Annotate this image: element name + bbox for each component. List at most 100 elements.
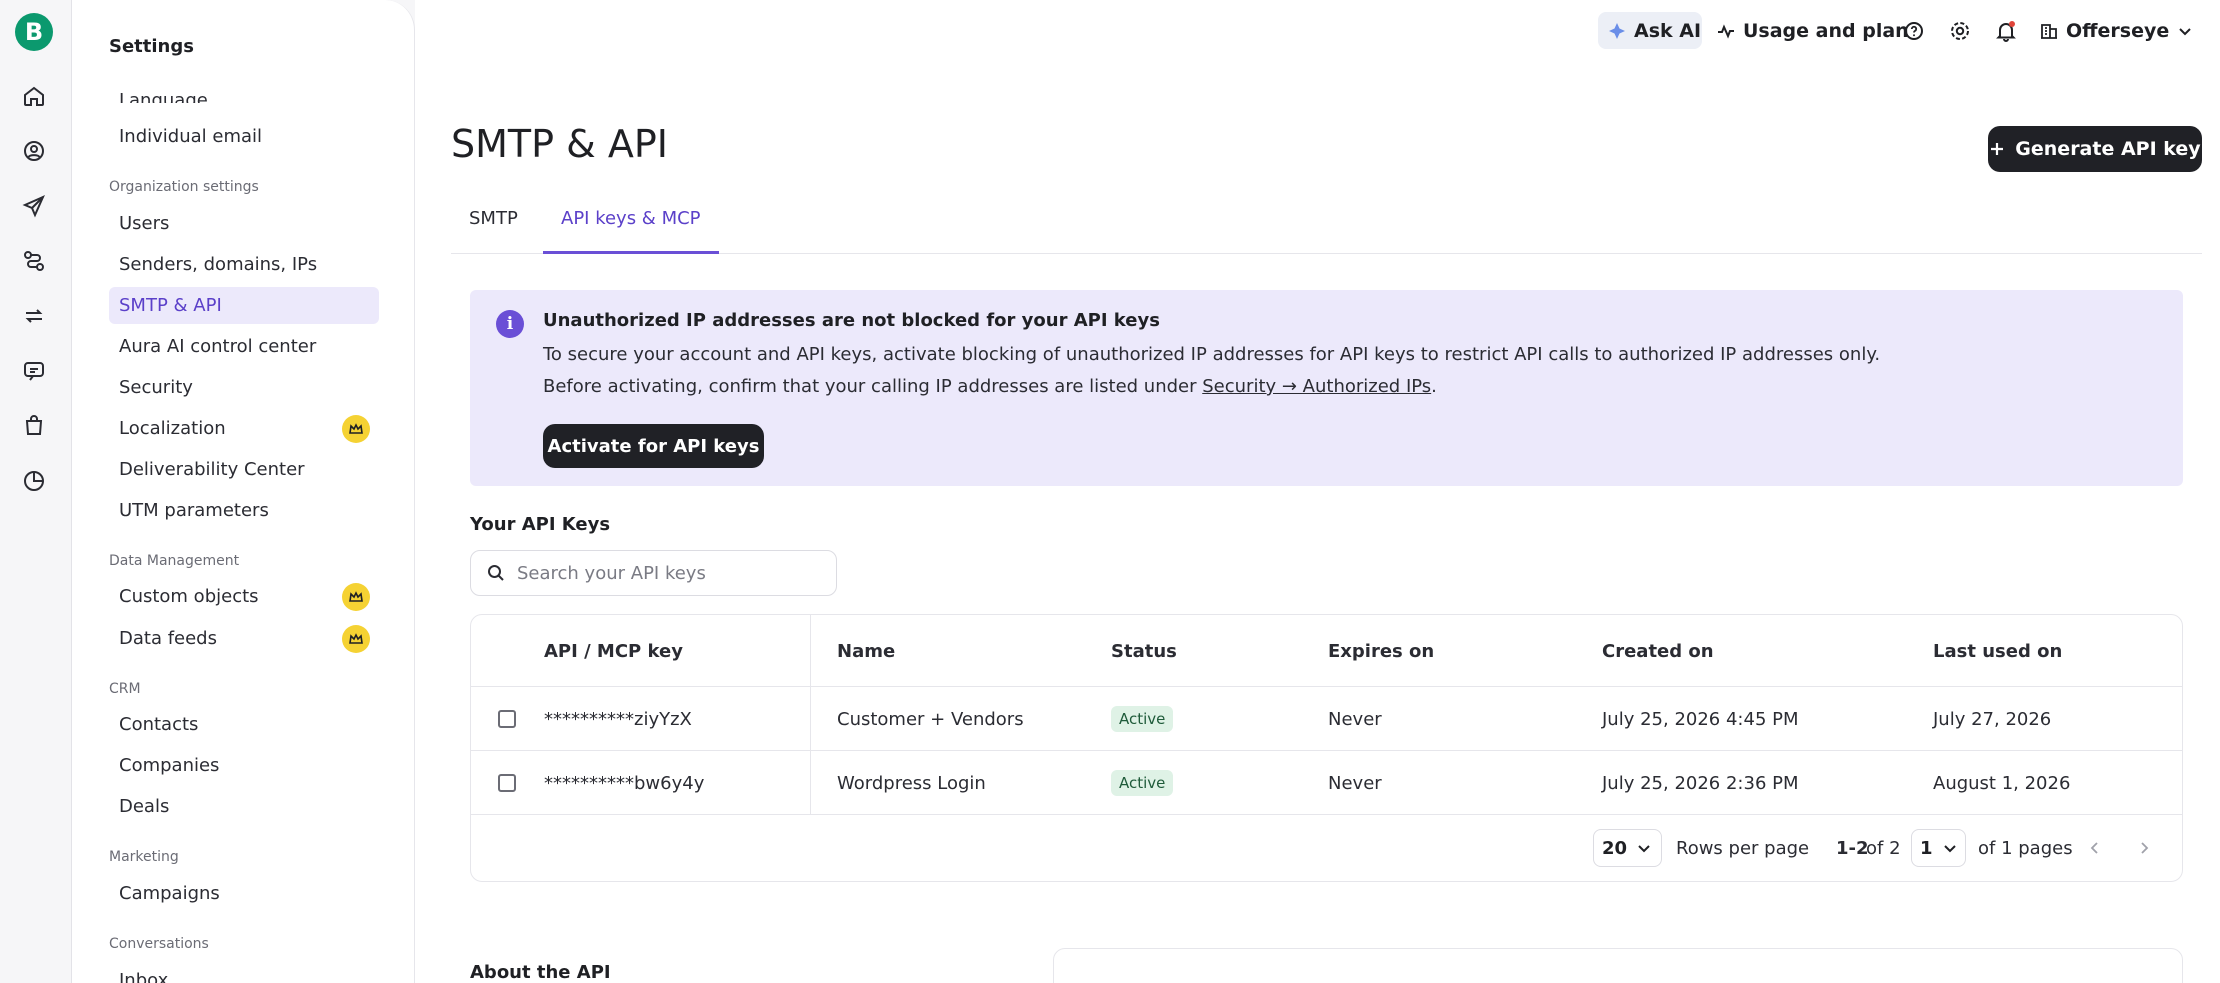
section-conversations: Conversations — [109, 936, 209, 952]
expires-cell: Never — [1328, 708, 1382, 730]
search-box — [470, 550, 837, 596]
rows-per-page-label: Rows per page — [1676, 837, 1810, 859]
section-title: Your API Keys — [470, 514, 611, 535]
about-api-card — [1053, 948, 2183, 983]
account-name: Offerseye — [2066, 19, 2170, 42]
rows-per-page-select[interactable]: 20 — [1593, 829, 1662, 867]
plus-icon — [1991, 143, 2004, 155]
ecommerce-icon[interactable] — [20, 412, 48, 440]
sidebar-item-campaigns[interactable]: Campaigns — [109, 875, 379, 912]
sidebar-item-label: Localization — [119, 418, 226, 439]
sidebar-item-deliverability[interactable]: Deliverability Center — [109, 451, 379, 488]
status-cell: Active — [1111, 751, 1174, 815]
info-icon: i — [496, 310, 524, 338]
ask-ai-button[interactable]: Ask AI — [1598, 12, 1702, 49]
status-cell: Active — [1111, 687, 1174, 751]
sidebar-item-inbox[interactable]: Inbox — [109, 962, 379, 983]
activate-for-api-keys-button[interactable]: Activate for API keys — [543, 424, 764, 468]
usage-and-plan-button[interactable]: Usage and plan — [1717, 12, 1909, 49]
status-badge: Active — [1111, 706, 1174, 732]
column-header[interactable]: API / MCP key — [544, 615, 683, 687]
chevron-right-icon[interactable] — [2137, 829, 2151, 867]
notifications-icon[interactable] — [1995, 12, 2017, 49]
building-icon — [2041, 23, 2057, 39]
api-key-name: Customer + Vendors — [837, 708, 1024, 730]
home-icon[interactable] — [20, 82, 48, 110]
search-input[interactable] — [517, 562, 817, 584]
tab-api-keys-mcp[interactable]: API keys & MCP — [543, 208, 719, 254]
sidebar-item-users[interactable]: Users — [109, 205, 379, 242]
sidebar-item-label: Custom objects — [119, 586, 259, 607]
sidebar-item-smtp-api[interactable]: SMTP & API — [109, 287, 379, 324]
column-header[interactable]: Last used on — [1933, 615, 2062, 687]
table-row: **********bw6y4y Wordpress Login Active … — [471, 751, 2182, 815]
api-keys-table: API / MCP key Name Status Expires on Cre… — [470, 614, 2183, 882]
search-icon — [488, 565, 504, 581]
sidebar-item-custom-objects[interactable]: Custom objects — [109, 578, 379, 615]
pagination: 20 Rows per page 1-2 of 2 1 of 1 pages — [471, 815, 2182, 881]
generate-api-key-label: Generate API key — [2015, 138, 2201, 160]
page-title: SMTP & API — [451, 122, 668, 166]
page-select[interactable]: 1 — [1911, 829, 1966, 867]
api-key-name: Wordpress Login — [837, 772, 986, 794]
status-badge: Active — [1111, 770, 1174, 796]
sidebar-item-deals[interactable]: Deals — [109, 788, 379, 825]
tab-smtp[interactable]: SMTP — [451, 208, 536, 254]
conversations-icon[interactable] — [20, 357, 48, 385]
crown-icon — [342, 624, 370, 653]
chevron-left-icon[interactable] — [2088, 829, 2102, 867]
sidebar-item-data-feeds[interactable]: Data feeds — [109, 620, 379, 657]
table-row: **********ziyYzX Customer + Vendors Acti… — [471, 687, 2182, 751]
sidebar-item-language[interactable]: Language — [109, 77, 379, 103]
contacts-icon[interactable] — [20, 137, 48, 165]
campaigns-icon[interactable] — [20, 192, 48, 220]
tab-bar: SMTP API keys & MCP — [451, 194, 2202, 254]
reports-icon[interactable] — [20, 467, 48, 495]
help-icon[interactable] — [1904, 12, 1924, 49]
ip-blocking-alert: i Unauthorized IP addresses are not bloc… — [470, 290, 2183, 486]
page-range: 1-2 — [1836, 837, 1869, 859]
total-pages: of 1 pages — [1978, 837, 2073, 859]
row-checkbox[interactable] — [498, 774, 516, 792]
sidebar-item-security[interactable]: Security — [109, 369, 379, 406]
column-header[interactable]: Name — [837, 615, 895, 687]
gear-icon[interactable] — [1949, 12, 1971, 49]
expires-cell: Never — [1328, 772, 1382, 794]
sidebar-item-contacts[interactable]: Contacts — [109, 706, 379, 743]
activity-icon — [1718, 23, 1734, 39]
about-api-title: About the API — [470, 962, 611, 983]
column-header[interactable]: Status — [1111, 615, 1177, 687]
sidebar-item-label: Data feeds — [119, 628, 217, 649]
sidebar-item-companies[interactable]: Companies — [109, 747, 379, 784]
alert-title: Unauthorized IP addresses are not blocke… — [543, 310, 1160, 331]
created-cell: July 25, 2026 4:45 PM — [1602, 708, 1799, 730]
row-checkbox[interactable] — [498, 710, 516, 728]
created-cell: July 25, 2026 2:36 PM — [1602, 772, 1799, 794]
column-header[interactable]: Created on — [1602, 615, 1714, 687]
section-data-management: Data Management — [109, 553, 240, 569]
api-key-value: **********bw6y4y — [544, 772, 705, 794]
automations-icon[interactable] — [20, 247, 48, 275]
column-header[interactable]: Expires on — [1328, 615, 1434, 687]
authorized-ips-link[interactable]: Security → Authorized IPs — [1202, 376, 1431, 397]
account-menu[interactable]: Offerseye — [2040, 12, 2193, 49]
sidebar-item-aura-ai[interactable]: Aura AI control center — [109, 328, 379, 365]
total-count: of 2 — [1866, 837, 1901, 859]
sidebar-item-utm[interactable]: UTM parameters — [109, 492, 379, 529]
alert-text: To secure your account and API keys, act… — [543, 344, 1881, 365]
transactional-icon[interactable] — [20, 302, 48, 330]
brand-logo[interactable]: B — [15, 13, 53, 51]
chevron-down-icon — [2179, 27, 2191, 35]
sidebar-item-individual-email[interactable]: Individual email — [109, 118, 379, 155]
sidebar-title: Settings — [109, 36, 194, 57]
crown-icon — [342, 414, 370, 443]
crown-icon — [342, 582, 370, 611]
sidebar-item-senders[interactable]: Senders, domains, IPs — [109, 246, 379, 283]
usage-label: Usage and plan — [1743, 19, 1909, 42]
generate-api-key-button[interactable]: Generate API key — [1988, 126, 2202, 172]
sidebar-item-localization[interactable]: Localization — [109, 410, 379, 447]
table-header: API / MCP key Name Status Expires on Cre… — [471, 615, 2182, 687]
last-used-cell: July 27, 2026 — [1933, 708, 2052, 730]
chevron-down-icon — [1638, 845, 1650, 853]
app-rail: B — [0, 0, 72, 983]
